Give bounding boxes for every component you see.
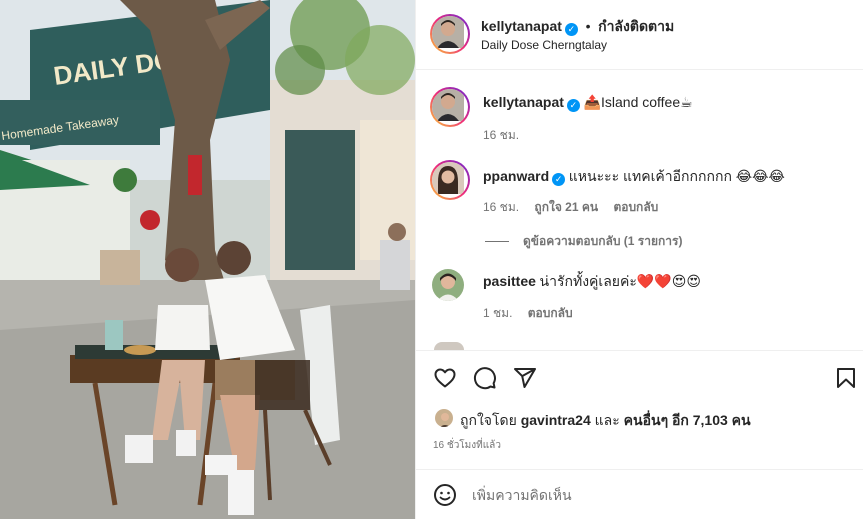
caption-author-avatar[interactable] (430, 87, 470, 127)
likes-middle: และ (594, 412, 620, 428)
add-comment-bar (416, 469, 863, 519)
comment-likes[interactable]: ถูกใจ 21 คน (534, 200, 598, 214)
view-replies-label: ดูข้อความตอบกลับ (1 รายการ) (523, 234, 683, 248)
avatar-image (432, 89, 464, 121)
bookmark-icon[interactable] (834, 366, 858, 390)
commenter-username[interactable]: pasittee (483, 273, 536, 289)
verified-badge-icon: ✓ (552, 173, 566, 186)
heart-icon[interactable] (433, 366, 457, 390)
author-username[interactable]: kellytanapat (481, 18, 562, 34)
post-detail-panel: kellytanapat ✓ • กำลังติดตาม Daily Dose C… (415, 0, 863, 519)
comment-time[interactable]: 16 ชม. (483, 200, 519, 214)
avatar-image (432, 162, 464, 194)
reply-button[interactable]: ตอบกลับ (528, 306, 573, 320)
share-icon[interactable] (513, 366, 537, 390)
comment-time[interactable]: 1 ชม. (483, 306, 512, 320)
post-location[interactable]: Daily Dose Cherngtalay (481, 38, 607, 52)
commenter-username[interactable]: ppanward (483, 168, 549, 184)
post-header: kellytanapat ✓ • กำลังติดตาม Daily Dose C… (416, 0, 863, 70)
avatar-image (432, 269, 464, 301)
post-timestamp[interactable]: 16 ชั่วโมงที่แล้ว (433, 438, 501, 453)
liker-username[interactable]: gavintra24 (521, 412, 591, 428)
liker-avatar[interactable] (434, 408, 454, 428)
view-replies-button[interactable]: ดูข้อความตอบกลับ (1 รายการ) (485, 232, 682, 251)
verified-badge-icon: ✓ (566, 99, 580, 112)
caption-text: 📤Island coffee☕ (583, 94, 693, 110)
header-separator: • (585, 18, 591, 34)
caption-author-username[interactable]: kellytanapat (483, 94, 564, 110)
follow-status-button[interactable]: กำลังติดตาม (598, 18, 674, 34)
emoji-icon[interactable] (433, 483, 457, 507)
caption-time[interactable]: 16 ชม. (483, 126, 519, 145)
hidden-comment-avatar (434, 342, 464, 350)
commenter-avatar[interactable] (432, 269, 464, 301)
replies-divider (485, 241, 509, 243)
reply-button[interactable]: ตอบกลับ (613, 200, 658, 214)
comment-icon[interactable] (473, 366, 497, 390)
avatar-image (435, 409, 453, 427)
comment-text: น่ารักทั้งคู่เลยค่ะ❤️❤️😍😍 (539, 273, 701, 289)
post-photo[interactable]: DAILY DOSE Homemade Takeaway (0, 0, 415, 519)
comment-input[interactable] (472, 483, 842, 507)
avatar-image (432, 16, 464, 48)
comment-text: แหนะะะ แทคเค้าอีกกกกกก 😂😂😂 (568, 168, 785, 184)
author-avatar[interactable] (430, 14, 470, 54)
likes-prefix: ถูกใจโดย (460, 412, 517, 428)
verified-badge-icon: ✓ (564, 23, 578, 36)
commenter-avatar[interactable] (430, 160, 470, 200)
photo-illustration: DAILY DOSE Homemade Takeaway (0, 0, 415, 519)
likes-others[interactable]: คนอื่นๆ อีก 7,103 คน (624, 412, 751, 428)
